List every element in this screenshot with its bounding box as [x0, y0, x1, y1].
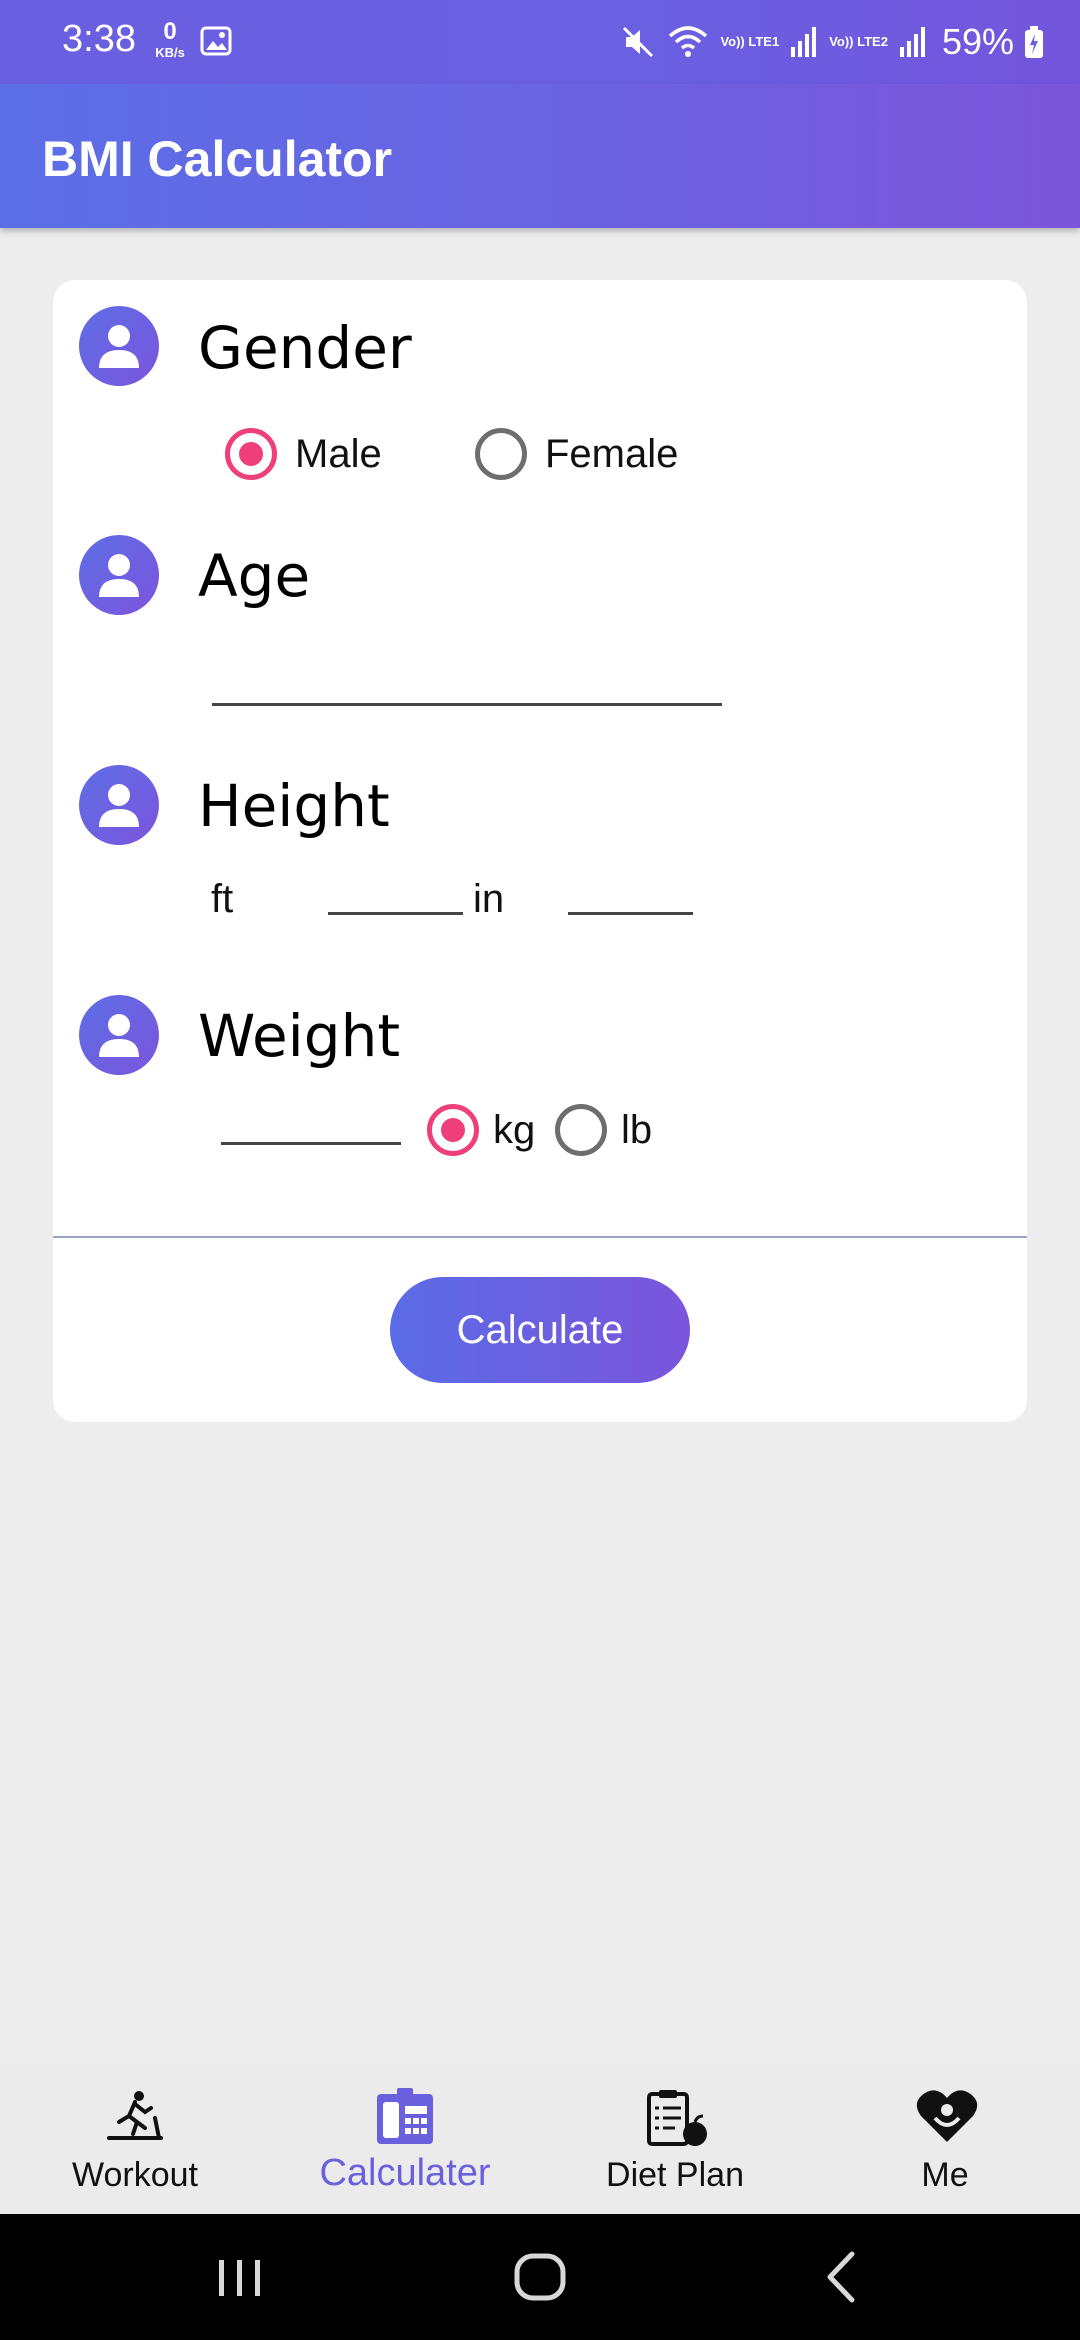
nav-item-calculater[interactable]: Calculater: [270, 2064, 540, 2214]
treadmill-icon: [107, 2091, 163, 2140]
calculate-button[interactable]: Calculate: [390, 1277, 690, 1383]
nav-label-workout[interactable]: Workout: [0, 2156, 270, 2195]
sim2-label: Vo)) LTE2: [829, 34, 888, 50]
heart-person-icon: [916, 2090, 978, 2142]
diet-clipboard-icon: [647, 2090, 707, 2146]
height-in-input[interactable]: [568, 855, 693, 915]
sim1-label: Vo)) LTE1: [720, 34, 780, 50]
bottom-nav: Workout Calculater Diet Plan Me: [0, 2064, 1080, 2214]
radio-selected-icon[interactable]: [427, 1104, 479, 1156]
nav-item-me[interactable]: Me: [810, 2064, 1080, 2214]
nav-label-diet-plan[interactable]: Diet Plan: [540, 2156, 810, 2195]
signal-icon: [899, 27, 925, 57]
system-nav-bar: [0, 2214, 1080, 2340]
weight-lb-label[interactable]: lb: [621, 1108, 652, 1153]
weight-kg-radio[interactable]: kg: [427, 1104, 535, 1156]
back-icon[interactable]: [808, 2244, 878, 2310]
gender-female-label[interactable]: Female: [545, 432, 678, 477]
weight-input[interactable]: [221, 1085, 401, 1145]
height-in-label: in: [473, 877, 505, 921]
divider: [53, 1236, 1027, 1238]
weight-title: Weight: [198, 1002, 401, 1070]
bmi-form-card: Gender Male Female Age Height ft in Weig…: [53, 280, 1027, 1422]
app-title: BMI Calculator: [42, 131, 393, 187]
status-bar: 3:38 0 KB/s Vo)) LTE1 Vo)) LTE2 59%: [0, 0, 1080, 84]
person-icon: [79, 535, 159, 615]
height-ft-label: ft: [211, 877, 234, 921]
home-icon[interactable]: [505, 2244, 575, 2310]
gender-male-radio[interactable]: Male: [225, 428, 382, 480]
age-title: Age: [198, 542, 311, 610]
person-icon: [79, 306, 159, 386]
height-ft-input[interactable]: [328, 855, 463, 915]
nav-item-workout[interactable]: Workout: [0, 2064, 270, 2214]
gender-female-radio[interactable]: Female: [475, 428, 678, 480]
wifi-icon: [669, 26, 708, 57]
person-icon: [79, 995, 159, 1075]
radio-selected-icon[interactable]: [225, 428, 277, 480]
gender-title: Gender: [198, 314, 412, 382]
app-bar: BMI Calculator: [0, 84, 1080, 228]
person-icon: [79, 765, 159, 845]
battery-charging-icon: [1025, 26, 1043, 58]
age-input[interactable]: [212, 646, 722, 706]
mute-vibrate-icon: [623, 26, 654, 58]
battery-percent: 59%: [941, 21, 1014, 62]
radio-unselected-icon[interactable]: [475, 428, 527, 480]
signal-icon: [791, 27, 817, 57]
status-time: 3:38: [62, 18, 136, 60]
gallery-icon: [200, 26, 232, 56]
nav-item-diet-plan[interactable]: Diet Plan: [540, 2064, 810, 2214]
nav-label-me[interactable]: Me: [810, 2156, 1080, 2195]
nav-label-calculater[interactable]: Calculater: [270, 2152, 540, 2195]
net-speed: 0 KB/s: [155, 18, 185, 60]
recent-apps-icon[interactable]: [205, 2244, 275, 2310]
gender-male-label[interactable]: Male: [295, 432, 382, 477]
radio-unselected-icon[interactable]: [555, 1104, 607, 1156]
weight-kg-label[interactable]: kg: [493, 1108, 535, 1153]
calculator-icon: [377, 2088, 433, 2144]
height-title: Height: [198, 772, 390, 840]
weight-lb-radio[interactable]: lb: [555, 1104, 652, 1156]
